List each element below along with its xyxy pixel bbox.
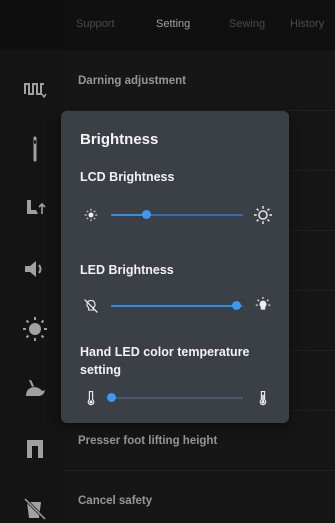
thermometer-high-icon <box>253 388 273 408</box>
temperature-slider[interactable] <box>81 386 273 410</box>
lcd-brightness-slider[interactable] <box>81 203 273 227</box>
led-brightness-label: LED Brightness <box>80 263 174 277</box>
dialog-title: Brightness <box>80 131 159 148</box>
settings-screen: Support Setting Sewing History Darning a… <box>0 0 335 523</box>
led-thumb[interactable] <box>231 301 241 310</box>
temperature-label: Hand LED color temperature setting <box>80 345 250 377</box>
brightness-dialog: Brightness LCD Brightness LED Brightness <box>61 111 289 423</box>
temp-track <box>111 397 243 399</box>
led-fill <box>111 305 237 307</box>
thermometer-low-icon <box>81 388 101 408</box>
sun-large-icon <box>253 205 273 225</box>
bulb-off-icon <box>81 296 101 316</box>
led-brightness-slider[interactable] <box>81 294 273 318</box>
lcd-brightness-label: LCD Brightness <box>80 170 175 184</box>
lcd-thumb[interactable] <box>142 210 152 219</box>
bulb-on-icon <box>253 296 273 316</box>
temp-thumb[interactable] <box>106 393 116 402</box>
sun-small-icon <box>81 205 101 225</box>
